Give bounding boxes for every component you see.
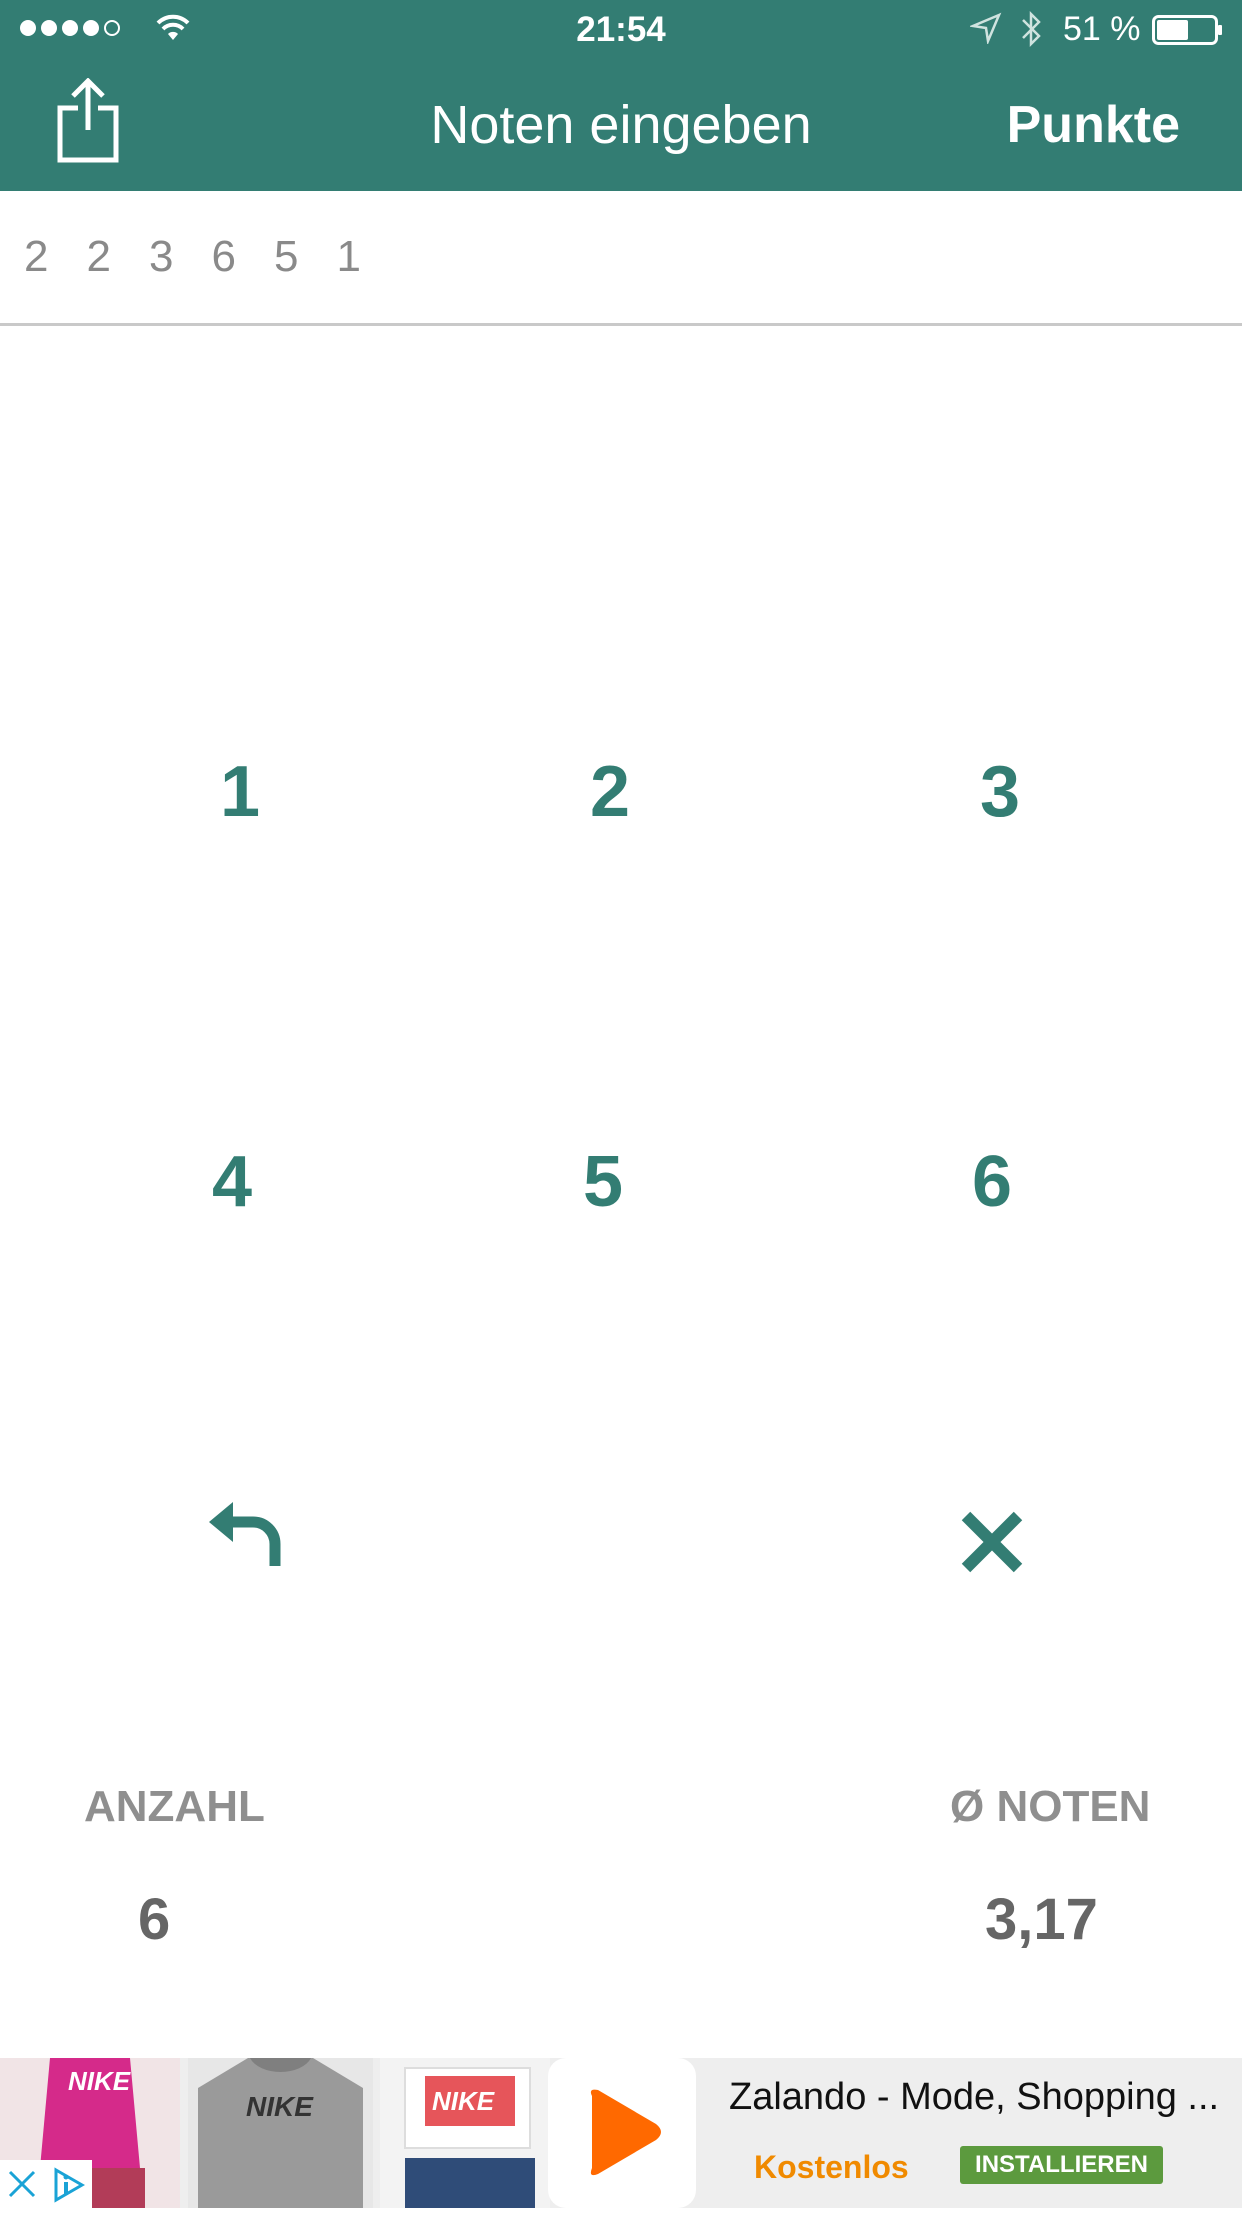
ad-thumbnail-brand: NIKE bbox=[246, 2091, 314, 2122]
key-4-button[interactable]: 4 bbox=[172, 1132, 292, 1232]
close-x-icon[interactable] bbox=[960, 1510, 1024, 1574]
ad-thumbnail-grey-sweater: NIKE bbox=[188, 2058, 373, 2208]
grade-item: 5 bbox=[274, 232, 299, 281]
ad-app-logo bbox=[548, 2058, 696, 2208]
punkte-button[interactable]: Punkte bbox=[1007, 95, 1180, 155]
ad-thumbnail-brand: NIKE bbox=[432, 2086, 495, 2116]
entered-grades-list: 2 2 3 6 5 1 bbox=[24, 232, 399, 282]
status-bar: 21:54 51 % bbox=[0, 0, 1242, 60]
ad-title: Zalando - Mode, Shopping ... bbox=[729, 2076, 1220, 2118]
navigation-header: 21:54 51 % Noten eingeben Punkte bbox=[0, 0, 1242, 191]
ad-banner[interactable]: NIKE NIKE NIKE Zalando - Mode, Shopping … bbox=[0, 2058, 1242, 2208]
key-1-button[interactable]: 1 bbox=[180, 742, 300, 842]
grade-item: 2 bbox=[86, 232, 111, 281]
key-6-button[interactable]: 6 bbox=[932, 1132, 1052, 1232]
undo-arrow-icon[interactable] bbox=[205, 1500, 285, 1570]
close-icon[interactable] bbox=[6, 2168, 38, 2200]
divider bbox=[0, 323, 1242, 326]
bluetooth-icon bbox=[1022, 10, 1041, 48]
key-5-button[interactable]: 5 bbox=[543, 1132, 663, 1232]
battery-icon bbox=[1152, 15, 1222, 45]
location-arrow-icon bbox=[970, 12, 1002, 44]
count-value: 6 bbox=[138, 1887, 171, 1952]
status-time: 21:54 bbox=[576, 10, 666, 49]
ad-thumbnail-brand: NIKE bbox=[68, 2066, 131, 2096]
install-button[interactable]: INSTALLIEREN bbox=[960, 2146, 1163, 2184]
ad-price: Kostenlos bbox=[754, 2149, 909, 2185]
count-label: ANZAHL bbox=[84, 1782, 265, 1831]
adchoices-icon[interactable] bbox=[50, 2166, 88, 2204]
grade-item: 3 bbox=[149, 232, 174, 281]
key-3-button[interactable]: 3 bbox=[940, 742, 1060, 842]
grade-item: 6 bbox=[211, 232, 236, 281]
battery-percentage: 51 % bbox=[1063, 10, 1141, 48]
grade-item: 2 bbox=[24, 232, 49, 281]
adchoices-bar bbox=[0, 2160, 92, 2208]
average-value: 3,17 bbox=[985, 1887, 1098, 1952]
play-icon bbox=[590, 2089, 661, 2176]
ad-thumbnail-white-crop-top: NIKE bbox=[380, 2058, 550, 2208]
average-label: Ø NOTEN bbox=[950, 1782, 1151, 1831]
grade-item: 1 bbox=[336, 232, 361, 281]
key-2-button[interactable]: 2 bbox=[550, 742, 670, 842]
